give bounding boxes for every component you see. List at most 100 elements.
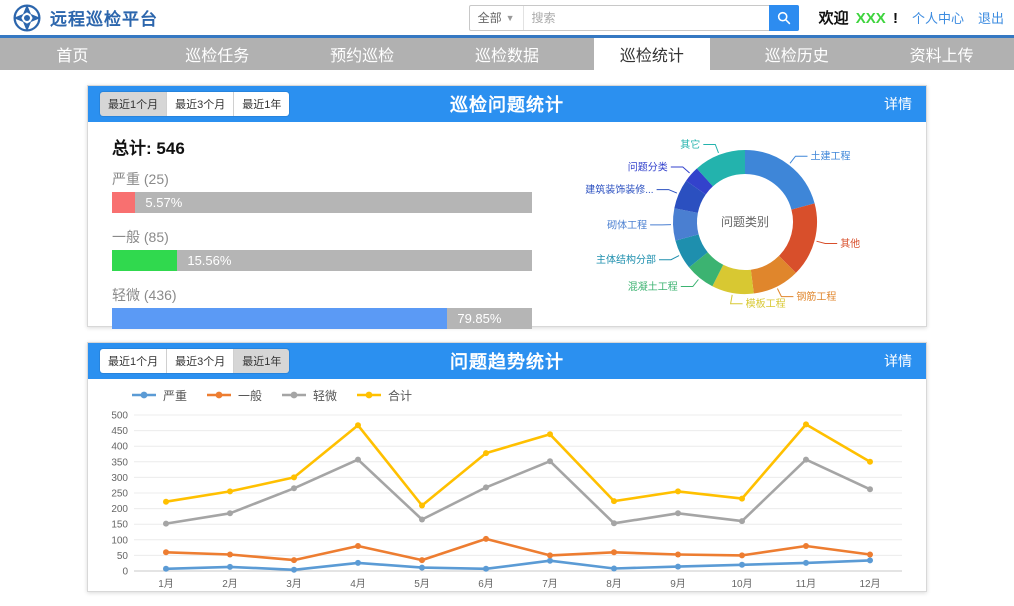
severity-bar-fill bbox=[112, 250, 177, 271]
svg-text:3月: 3月 bbox=[286, 578, 302, 590]
svg-text:12月: 12月 bbox=[859, 578, 880, 590]
range-button[interactable]: 最近1个月 bbox=[100, 349, 167, 373]
search-input[interactable] bbox=[524, 11, 769, 25]
severity-bar: 一般 (85) 15.56% bbox=[112, 227, 558, 271]
panel-title: 问题趋势统计 bbox=[450, 348, 564, 374]
svg-text:其它: 其它 bbox=[680, 138, 700, 151]
donut-chart-area: 土建工程其他钢筋工程模板工程混凝土工程主体结构分部砌体工程建筑装饰装修...问题… bbox=[558, 122, 926, 326]
legend-marker-icon bbox=[130, 390, 158, 400]
legend-label: 严重 bbox=[163, 387, 187, 404]
panel-trend-stats: 最近1个月最近3个月最近1年 问题趋势统计 详情 严重 一般 轻微 合计 0 50 100… bbox=[87, 342, 927, 592]
svg-text:50: 50 bbox=[117, 551, 129, 562]
detail-link[interactable]: 详情 bbox=[884, 351, 912, 371]
range-button[interactable]: 最近3个月 bbox=[167, 349, 234, 373]
nav-tab[interactable]: 巡检数据 bbox=[435, 38, 580, 70]
svg-text:问题类别: 问题类别 bbox=[721, 215, 769, 229]
search-button[interactable] bbox=[769, 5, 799, 31]
panel-problem-stats-header: 最近1个月最近3个月最近1年 巡检问题统计 详情 bbox=[88, 86, 926, 122]
nav-tab[interactable]: 巡检历史 bbox=[724, 38, 869, 70]
severity-bar-percent: 5.57% bbox=[145, 192, 182, 213]
severity-bar-fill bbox=[112, 308, 447, 329]
search-filter-dropdown[interactable]: 全部 ▼ bbox=[470, 6, 524, 30]
profile-link[interactable]: 个人中心 bbox=[912, 8, 964, 27]
severity-bar-percent: 79.85% bbox=[457, 308, 501, 329]
nav-tab-label[interactable]: 巡检统计 bbox=[594, 38, 710, 70]
welcome-suffix: ! bbox=[893, 10, 898, 27]
svg-text:300: 300 bbox=[111, 473, 128, 484]
svg-text:6月: 6月 bbox=[478, 578, 494, 590]
range-button[interactable]: 最近1年 bbox=[234, 92, 289, 116]
legend-item[interactable]: 一般 bbox=[205, 387, 262, 404]
problem-category-donut-chart[interactable]: 土建工程其他钢筋工程模板工程混凝土工程主体结构分部砌体工程建筑装饰装修...问题… bbox=[577, 124, 907, 324]
legend-item[interactable]: 轻微 bbox=[280, 387, 337, 404]
chevron-down-icon: ▼ bbox=[506, 13, 515, 23]
svg-text:100: 100 bbox=[111, 535, 128, 546]
severity-bar-percent: 15.56% bbox=[187, 250, 231, 271]
severity-bar-track: 79.85% bbox=[112, 308, 532, 329]
svg-text:11月: 11月 bbox=[796, 578, 816, 590]
nav-tab-label[interactable]: 巡检任务 bbox=[159, 38, 275, 70]
total-value: 546 bbox=[156, 139, 184, 158]
legend-marker-icon bbox=[355, 390, 383, 400]
search-filter-label: 全部 bbox=[478, 9, 502, 26]
severity-bars: 总计: 546 严重 (25)5.57%一般 (85)15.56%轻微 (436… bbox=[88, 122, 558, 326]
severity-bar-track: 5.57% bbox=[112, 192, 532, 213]
svg-text:0: 0 bbox=[122, 567, 128, 578]
svg-text:其他: 其他 bbox=[840, 237, 860, 250]
svg-text:400: 400 bbox=[111, 442, 128, 453]
nav-tab[interactable]: 预约巡检 bbox=[290, 38, 435, 70]
svg-text:砌体工程: 砌体工程 bbox=[607, 219, 647, 231]
svg-text:250: 250 bbox=[111, 489, 128, 500]
svg-text:7月: 7月 bbox=[542, 578, 558, 590]
nav-tab[interactable]: 巡检任务 bbox=[145, 38, 290, 70]
svg-text:主体结构分部: 主体结构分部 bbox=[596, 253, 656, 266]
legend-item[interactable]: 合计 bbox=[355, 387, 412, 404]
app-logo-icon bbox=[12, 3, 42, 33]
legend-item[interactable]: 严重 bbox=[130, 387, 187, 404]
nav-tab[interactable]: 资料上传 bbox=[869, 38, 1014, 70]
svg-text:450: 450 bbox=[111, 426, 128, 437]
svg-text:5月: 5月 bbox=[414, 578, 430, 590]
nav-tab-label[interactable]: 巡检历史 bbox=[739, 38, 855, 70]
search-bar: 全部 ▼ bbox=[469, 5, 799, 31]
legend-marker-icon bbox=[205, 390, 233, 400]
range-button-group: 最近1个月最近3个月最近1年 bbox=[100, 92, 289, 116]
panel-problem-stats-body: 总计: 546 严重 (25)5.57%一般 (85)15.56%轻微 (436… bbox=[88, 122, 926, 326]
nav-tab[interactable]: 巡检统计 bbox=[579, 38, 724, 70]
svg-text:土建工程: 土建工程 bbox=[811, 150, 851, 163]
svg-text:建筑装饰装修...: 建筑装饰装修... bbox=[585, 183, 653, 196]
nav-tab-label[interactable]: 预约巡检 bbox=[304, 38, 420, 70]
nav-tab-label[interactable]: 巡检数据 bbox=[449, 38, 565, 70]
content-area: 最近1个月最近3个月最近1年 巡检问题统计 详情 总计: 546 严重 (25)… bbox=[0, 70, 1014, 592]
severity-bar-label: 严重 (25) bbox=[112, 169, 558, 189]
nav-tab[interactable]: 首页 bbox=[0, 38, 145, 70]
severity-bar-fill bbox=[112, 192, 135, 213]
trend-chart-legend: 严重 一般 轻微 合计 bbox=[88, 383, 926, 407]
panel-trend-stats-body: 严重一般轻微合计 0501001502002503003504004505001… bbox=[88, 379, 926, 591]
bars-list: 严重 (25)5.57%一般 (85)15.56%轻微 (436)79.85% bbox=[112, 169, 558, 329]
total-label: 总计: bbox=[112, 139, 152, 158]
range-button[interactable]: 最近3个月 bbox=[167, 92, 234, 116]
range-button[interactable]: 最近1个月 bbox=[100, 92, 167, 116]
panel-problem-stats: 最近1个月最近3个月最近1年 巡检问题统计 详情 总计: 546 严重 (25)… bbox=[87, 85, 927, 327]
app-title: 远程巡检平台 bbox=[50, 5, 158, 30]
svg-text:模板工程: 模板工程 bbox=[746, 297, 786, 310]
svg-text:混凝土工程: 混凝土工程 bbox=[628, 280, 678, 293]
nav-tab-label[interactable]: 首页 bbox=[30, 38, 114, 70]
svg-text:350: 350 bbox=[111, 457, 128, 468]
severity-bar-label: 一般 (85) bbox=[112, 227, 558, 247]
welcome-username: XXX bbox=[856, 10, 886, 27]
total-count: 总计: 546 bbox=[112, 134, 558, 159]
legend-label: 轻微 bbox=[313, 387, 337, 404]
legend-label: 一般 bbox=[238, 387, 262, 404]
svg-text:问题分类: 问题分类 bbox=[628, 161, 668, 174]
nav-tab-label[interactable]: 资料上传 bbox=[884, 38, 1000, 70]
legend-label: 合计 bbox=[388, 387, 412, 404]
svg-text:2月: 2月 bbox=[222, 578, 238, 590]
problem-trend-line-chart[interactable]: 0501001502002503003504004505001月2月3月4月5月… bbox=[88, 407, 920, 593]
legend-marker-icon bbox=[280, 390, 308, 400]
detail-link[interactable]: 详情 bbox=[884, 94, 912, 114]
logout-link[interactable]: 退出 bbox=[978, 8, 1004, 27]
range-button[interactable]: 最近1年 bbox=[234, 349, 289, 373]
svg-text:200: 200 bbox=[111, 504, 128, 515]
